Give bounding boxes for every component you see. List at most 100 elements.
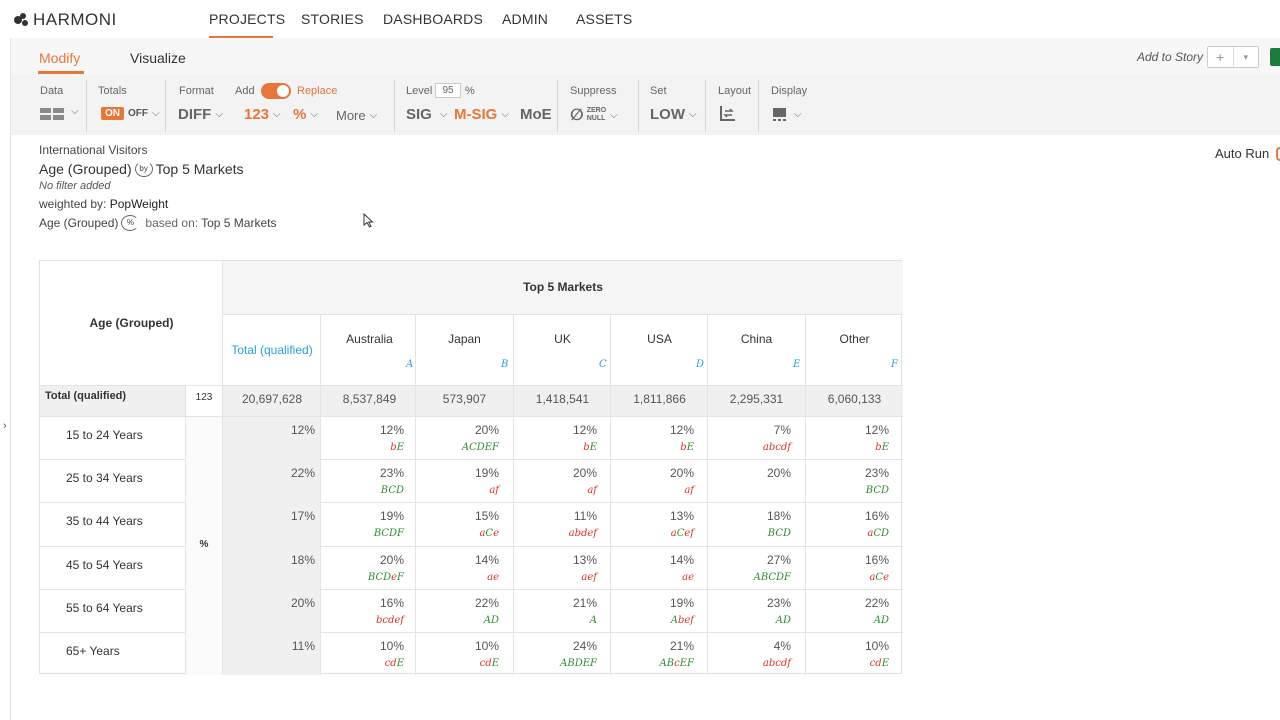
percent-value: % — [293, 106, 307, 123]
significance-letter: F — [397, 572, 404, 583]
significance-letters: BCD — [767, 528, 791, 539]
significance-letters: AD — [775, 615, 791, 626]
grid-line — [321, 459, 903, 460]
column-header-other[interactable]: Other — [806, 332, 903, 346]
plus-icon[interactable]: + — [1208, 47, 1233, 67]
table-cell-value: 16% — [864, 553, 889, 567]
table-cell-value: 14% — [669, 553, 694, 567]
significance-letter: C — [485, 528, 494, 539]
auto-run-label: Auto Run — [1215, 146, 1270, 161]
separator — [638, 80, 639, 132]
set-dropdown[interactable]: LOW ⌵ — [650, 106, 697, 123]
significance-letters: ABCDF — [753, 572, 791, 583]
sig-dropdown[interactable]: SIG ⌵ — [406, 106, 447, 123]
significance-letters: A — [589, 615, 597, 626]
grid-line — [185, 385, 186, 675]
significance-letter: A — [670, 615, 678, 626]
total-row-value: 1,811,866 — [633, 392, 686, 406]
data-dropdown[interactable]: ⌵ — [67, 106, 79, 117]
more-dropdown[interactable]: More ⌵ — [336, 108, 377, 123]
significance-letters: AD — [483, 615, 499, 626]
tab-modify[interactable]: Modify — [39, 50, 80, 66]
weight-variable[interactable]: PopWeight — [110, 197, 168, 211]
set-value: LOW — [650, 106, 685, 123]
table-cell-value: 20% — [474, 423, 499, 437]
table-cell-value: 4% — [773, 639, 791, 653]
percent-base-icon: % — [121, 215, 140, 231]
level-input[interactable]: 95 — [435, 83, 461, 98]
significance-letters: bE — [514, 442, 597, 453]
row-label: 45 to 54 Years — [66, 558, 143, 572]
total-row-stat: 123 — [195, 392, 213, 403]
display-dropdown[interactable]: ⌵ — [772, 106, 802, 122]
caret-down-icon[interactable]: ▾ — [1232, 47, 1259, 67]
layout-swap-icon — [720, 106, 735, 121]
add-replace-toggle[interactable] — [261, 83, 291, 99]
column-header-japan[interactable]: Japan — [416, 332, 513, 346]
chevron-down-icon: ⌵ — [794, 108, 802, 120]
significance-letter: D — [880, 528, 889, 539]
totals-toggle[interactable]: ON OFF ⌵ — [101, 107, 160, 120]
chevron-right-icon[interactable]: › — [3, 420, 7, 432]
column-header-usa[interactable]: USA — [611, 332, 708, 346]
percent-dropdown[interactable]: % ⌵ — [293, 106, 318, 123]
significance-letters: bcdef — [375, 615, 404, 626]
chevron-down-icon: ⌵ — [273, 109, 281, 120]
msig-value: M-SIG — [454, 106, 498, 123]
significance-letters: aCe — [806, 572, 889, 583]
sig-value: SIG — [406, 106, 432, 123]
grid-line — [40, 546, 185, 547]
grid-line — [321, 502, 903, 503]
base-info: Age (Grouped) % based on: Top 5 Markets — [39, 215, 276, 231]
chevron-down-icon: ⌵ — [369, 110, 378, 121]
add-label: Add — [235, 85, 255, 97]
moe-button[interactable]: MoE — [520, 106, 552, 123]
significance-letters: BCDeF — [321, 572, 404, 583]
table-cell-value: 19% — [379, 509, 404, 523]
data-grid-icon[interactable] — [40, 108, 66, 122]
table-cell-value: 19% — [474, 466, 499, 480]
separator — [758, 80, 759, 132]
significance-letter: E — [679, 658, 688, 669]
nav-dashboards[interactable]: DASHBOARDS — [383, 11, 483, 27]
significance-letters: bE — [321, 442, 404, 453]
separator — [705, 80, 706, 132]
auto-run-toggle[interactable] — [1276, 147, 1280, 161]
table-cell-value: 22% — [474, 596, 499, 610]
filter-status: No filter added — [39, 180, 111, 192]
msig-dropdown[interactable]: M-SIG ⌵ — [454, 106, 509, 123]
stat-label: % — [199, 539, 209, 550]
nav-stories[interactable]: STORIES — [301, 11, 364, 27]
significance-letters: ae — [487, 572, 499, 583]
table-cell-value: 20% — [379, 553, 404, 567]
significance-letters: abdef — [568, 528, 597, 539]
table-cell-value: 20% — [572, 466, 597, 480]
significance-letters: af — [587, 485, 597, 496]
column-header-uk[interactable]: UK — [514, 332, 611, 346]
count-dropdown[interactable]: 123 ⌵ — [244, 106, 281, 123]
left-panel-strip[interactable] — [0, 38, 11, 720]
tab-visualize[interactable]: Visualize — [130, 50, 186, 66]
column-header-australia[interactable]: Australia — [321, 332, 418, 346]
significance-letters: bE — [611, 442, 694, 453]
significance-letter: f — [690, 615, 694, 626]
significance-letter: E — [589, 442, 597, 453]
total-column-header[interactable]: Total (qualified) — [223, 343, 321, 357]
layout-button[interactable] — [719, 104, 737, 122]
table-cell-value: 23% — [379, 466, 404, 480]
format-dropdown[interactable]: DIFF ⌵ — [178, 106, 223, 123]
suppress-dropdown[interactable]: ∅ ZERO NULL ⌵ — [570, 105, 618, 125]
nav-projects[interactable]: PROJECTS — [209, 11, 285, 27]
add-to-story-button[interactable]: + ▾ — [1207, 46, 1259, 68]
column-header-china[interactable]: China — [708, 332, 805, 346]
grid-line — [321, 632, 903, 633]
nav-admin[interactable]: ADMIN — [502, 11, 548, 27]
row-total: 22% — [290, 466, 315, 480]
excel-export-icon[interactable] — [1270, 48, 1280, 66]
harmoni-logo[interactable]: HARMONI — [14, 10, 117, 30]
nav-assets[interactable]: ASSETS — [576, 11, 632, 27]
column-letter: B — [501, 359, 509, 370]
row-total: 18% — [290, 553, 315, 567]
row-label: 65+ Years — [66, 644, 120, 658]
significance-letter: F — [687, 658, 694, 669]
